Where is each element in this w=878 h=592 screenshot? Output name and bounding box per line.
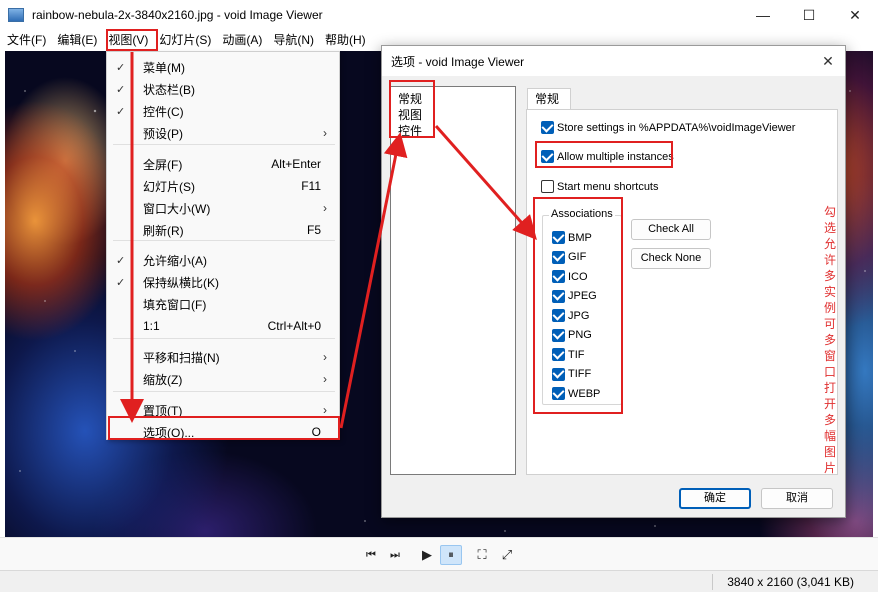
cancel-button[interactable]: 取消 bbox=[761, 488, 833, 509]
chevron-right-icon: › bbox=[323, 403, 327, 417]
status-divider bbox=[712, 574, 713, 590]
view-menu-item-label: 允许缩小(A) bbox=[143, 253, 207, 268]
menu-edit[interactable]: 编辑(E) bbox=[52, 30, 102, 50]
view-dropdown-menu: ✓ 菜单(M) ✓ 状态栏(B) ✓ 控件(C) 预设(P) › 全屏(F) Alt+Enter 幻… bbox=[106, 51, 340, 440]
view-menu-item-label: 填充窗口(F) bbox=[143, 297, 207, 312]
view-menu-item[interactable]: ✓ 控件(C) bbox=[107, 100, 339, 122]
app-image-icon bbox=[8, 8, 24, 22]
maximize-button[interactable]: ☐ bbox=[786, 0, 832, 30]
check-icon: ✓ bbox=[116, 83, 126, 96]
menu-separator bbox=[113, 391, 335, 392]
view-menu-item-label: 保持纵横比(K) bbox=[143, 275, 219, 290]
store-settings-checkbox[interactable] bbox=[541, 121, 554, 134]
view-menu-item-label: 缩放(Z) bbox=[143, 372, 183, 387]
view-menu-item[interactable]: 全屏(F) Alt+Enter bbox=[107, 153, 339, 175]
check-all-button[interactable]: Check All bbox=[631, 219, 711, 240]
start-menu-label: Start menu shortcuts bbox=[557, 180, 659, 193]
check-none-button[interactable]: Check None bbox=[631, 248, 711, 269]
view-menu-item[interactable]: ✓ 菜单(M) bbox=[107, 56, 339, 78]
chevron-right-icon: › bbox=[323, 201, 327, 215]
close-button[interactable]: ✕ bbox=[832, 0, 878, 30]
view-menu-item[interactable]: 幻灯片(S) F11 bbox=[107, 175, 339, 197]
check-icon: ✓ bbox=[116, 61, 126, 74]
view-menu-item-label: 控件(C) bbox=[143, 104, 184, 119]
view-menu-item[interactable]: ✓ 允许缩小(A) bbox=[107, 249, 339, 271]
annotation-note: 勾选允许多实例 可多窗口打开多幅图片 bbox=[824, 204, 837, 476]
view-menu-item-shortcut: F5 bbox=[306, 223, 321, 237]
view-menu-item-label: 菜单(M) bbox=[143, 60, 185, 75]
tab-general[interactable]: 常规 bbox=[527, 88, 571, 110]
best-fit-icon[interactable]: ⛶ bbox=[471, 545, 493, 565]
view-menu-item-label: 状态栏(B) bbox=[143, 82, 195, 97]
title-bar: rainbow-nebula-2x-3840x2160.jpg - void I… bbox=[0, 0, 878, 30]
menu-separator bbox=[113, 240, 335, 241]
view-menu-item-label: 幻灯片(S) bbox=[143, 179, 195, 194]
view-menu-item[interactable]: 缩放(Z) › bbox=[107, 368, 339, 390]
window-controls: — ☐ ✕ bbox=[740, 0, 878, 30]
dialog-close-icon[interactable]: ✕ bbox=[819, 52, 837, 70]
window-title: rainbow-nebula-2x-3840x2160.jpg - void I… bbox=[32, 8, 323, 22]
view-menu-item-label: 预设(P) bbox=[143, 126, 183, 141]
previous-icon[interactable]: ⏮ bbox=[360, 545, 382, 565]
menu-separator bbox=[113, 144, 335, 145]
chevron-right-icon: › bbox=[323, 350, 327, 364]
check-icon: ✓ bbox=[116, 105, 126, 118]
view-menu-item-label: 全屏(F) bbox=[143, 157, 183, 172]
check-icon: ✓ bbox=[116, 276, 126, 289]
highlight-options-item bbox=[108, 416, 340, 440]
view-menu-item-label: 窗口大小(W) bbox=[143, 201, 211, 216]
menu-help[interactable]: 帮助(H) bbox=[320, 30, 371, 50]
view-menu-item-shortcut: Alt+Enter bbox=[271, 157, 321, 171]
highlight-category-list bbox=[389, 80, 435, 138]
next-icon[interactable]: ⏭ bbox=[384, 545, 406, 565]
ok-button[interactable]: 确定 bbox=[679, 488, 751, 509]
annotation-line-2: 可多窗口打开多幅图片 bbox=[824, 317, 837, 475]
menu-animation[interactable]: 动画(A) bbox=[217, 30, 267, 50]
pause-icon[interactable]: ⏸ bbox=[440, 545, 462, 565]
store-settings-option[interactable]: Store settings in %APPDATA%\voidImageVie… bbox=[541, 121, 795, 134]
highlight-view-menu bbox=[106, 29, 158, 51]
annotation-line-1: 勾选允许多实例 bbox=[824, 205, 837, 315]
view-menu-item[interactable]: ✓ 保持纵横比(K) bbox=[107, 271, 339, 293]
view-menu-item-label: 平移和扫描(N) bbox=[143, 350, 220, 365]
chevron-right-icon: › bbox=[323, 126, 327, 140]
menu-file[interactable]: 文件(F) bbox=[2, 30, 51, 50]
options-category-list: 常规 视图 控件 bbox=[390, 86, 516, 475]
start-menu-checkbox[interactable] bbox=[541, 180, 554, 193]
view-menu-item[interactable]: 1:1 Ctrl+Alt+0 bbox=[107, 315, 339, 337]
dialog-title: 选项 - void Image Viewer bbox=[391, 54, 525, 69]
view-menu-item-shortcut: F11 bbox=[301, 179, 321, 193]
menu-navigate[interactable]: 导航(N) bbox=[268, 30, 319, 50]
fullscreen-icon[interactable]: ⤢ bbox=[496, 545, 518, 565]
play-icon[interactable]: ▶ bbox=[416, 545, 438, 565]
image-info: 3840 x 2160 (3,041 KB) bbox=[727, 575, 854, 589]
view-menu-item[interactable]: 刷新(R) F5 bbox=[107, 219, 339, 241]
view-menu-item[interactable]: 窗口大小(W) › bbox=[107, 197, 339, 219]
store-settings-label: Store settings in %APPDATA%\voidImageVie… bbox=[557, 121, 796, 134]
playback-toolbar: ⏮ ⏭ ▶ ⏸ ⛶ ⤢ bbox=[0, 537, 878, 570]
dialog-title-bar: 选项 - void Image Viewer ✕ bbox=[382, 46, 845, 76]
menu-slideshow[interactable]: 幻灯片(S) bbox=[154, 30, 216, 50]
menu-separator bbox=[113, 338, 335, 339]
chevron-right-icon: › bbox=[323, 372, 327, 386]
view-menu-item-label: 1:1 bbox=[143, 319, 160, 333]
highlight-associations bbox=[533, 197, 623, 414]
start-menu-option[interactable]: Start menu shortcuts bbox=[541, 180, 659, 193]
highlight-allow-multiple bbox=[535, 141, 673, 168]
status-bar: 3840 x 2160 (3,041 KB) bbox=[0, 570, 878, 592]
view-menu-item[interactable]: 预设(P) › bbox=[107, 122, 339, 144]
view-menu-item-label: 刷新(R) bbox=[143, 223, 184, 238]
check-icon: ✓ bbox=[116, 254, 126, 267]
view-menu-item[interactable]: 填充窗口(F) bbox=[107, 293, 339, 315]
view-menu-item[interactable]: 平移和扫描(N) › bbox=[107, 346, 339, 368]
view-menu-item-shortcut: Ctrl+Alt+0 bbox=[267, 319, 321, 333]
minimize-button[interactable]: — bbox=[740, 0, 786, 30]
view-menu-item[interactable]: ✓ 状态栏(B) bbox=[107, 78, 339, 100]
